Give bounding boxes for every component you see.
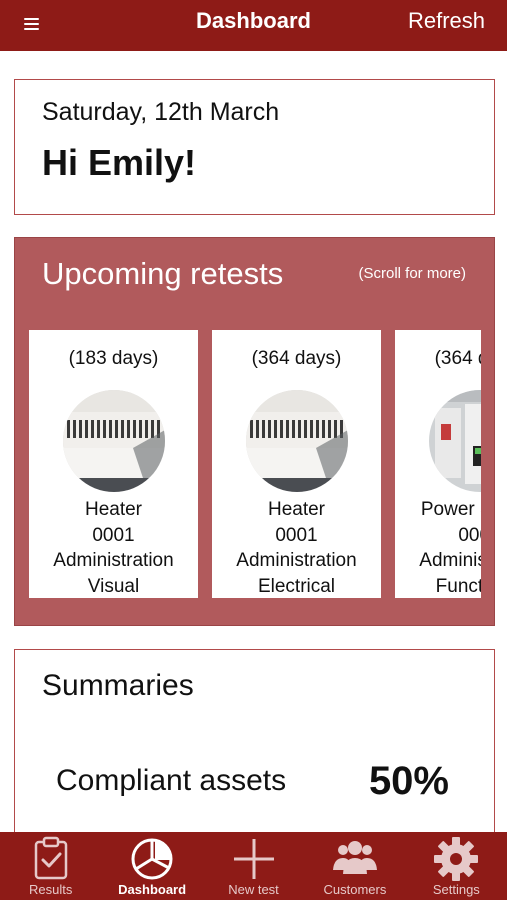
plus-icon: [230, 836, 278, 882]
asset-id: 0002: [458, 524, 481, 546]
upcoming-retests-panel: Upcoming retests (Scroll for more) (183 …: [14, 237, 495, 626]
bottom-tab-bar: Results Dashboard New test Customers Set…: [0, 832, 507, 900]
greeting-card: Saturday, 12th March Hi Emily!: [14, 79, 495, 215]
tab-customers[interactable]: Customers: [304, 832, 405, 900]
clipboard-check-icon: [27, 836, 75, 882]
retest-details: Heater 0001 Administration Visual: [29, 497, 198, 598]
summaries-title: Summaries: [42, 669, 194, 702]
asset-name: Heater: [84, 499, 143, 520]
test-type: Electrical: [257, 575, 336, 597]
users-icon: [331, 836, 379, 882]
gear-icon: [432, 836, 480, 882]
tab-new-test[interactable]: New test: [203, 832, 304, 900]
power-supply-photo: [429, 390, 481, 492]
tab-settings[interactable]: Settings: [406, 832, 507, 900]
retest-days: (183 days): [68, 348, 159, 369]
heater-photo: [63, 390, 165, 492]
summaries-card: Summaries Compliant assets 50%: [14, 649, 495, 849]
retest-details: Heater 0001 Administration Electrical: [212, 497, 381, 598]
date-text: Saturday, 12th March: [42, 98, 280, 126]
asset-name: Heater: [267, 499, 326, 520]
heater-photo: [246, 390, 348, 492]
retest-days: (364 days): [251, 348, 342, 369]
refresh-button[interactable]: Refresh: [408, 8, 485, 34]
compliant-assets-label: Compliant assets: [56, 764, 287, 797]
tab-dashboard[interactable]: Dashboard: [101, 832, 202, 900]
tab-label: New test: [228, 882, 279, 897]
retest-card[interactable]: (364 days) Heater 0001 Administration El…: [212, 330, 381, 598]
scroll-hint: (Scroll for more): [358, 265, 466, 282]
test-type: Visual: [87, 575, 140, 597]
hamburger-menu-icon[interactable]: [24, 12, 44, 36]
retests-title: Upcoming retests: [42, 256, 284, 291]
asset-id: 0001: [275, 524, 318, 546]
retests-carousel[interactable]: (183 days) Heater 0001 Administration Vi…: [29, 330, 481, 598]
tab-label: Results: [29, 882, 73, 897]
asset-location: Administration: [419, 550, 481, 571]
asset-id: 0001: [92, 524, 135, 546]
asset-location: Administration: [236, 550, 357, 571]
test-type: Functional: [435, 575, 481, 597]
retest-days: (364 days): [434, 348, 481, 369]
tab-label: Customers: [323, 882, 387, 897]
retest-card[interactable]: (364 days) Power Supply: [395, 330, 481, 598]
tab-label: Dashboard: [118, 882, 187, 897]
compliant-assets-value: 50%: [368, 759, 449, 803]
tab-label: Settings: [432, 882, 480, 897]
retest-card[interactable]: (183 days) Heater 0001 Administration Vi…: [29, 330, 198, 598]
pie-chart-icon: [128, 836, 176, 882]
asset-name: Power Supply: [420, 499, 481, 520]
top-bar: Dashboard Refresh: [0, 0, 507, 51]
tab-results[interactable]: Results: [0, 832, 101, 900]
greeting-text: Hi Emily!: [42, 142, 197, 183]
asset-location: Administration: [53, 550, 174, 571]
retest-details: Power Supply 0002 Administration Functio…: [395, 497, 481, 598]
